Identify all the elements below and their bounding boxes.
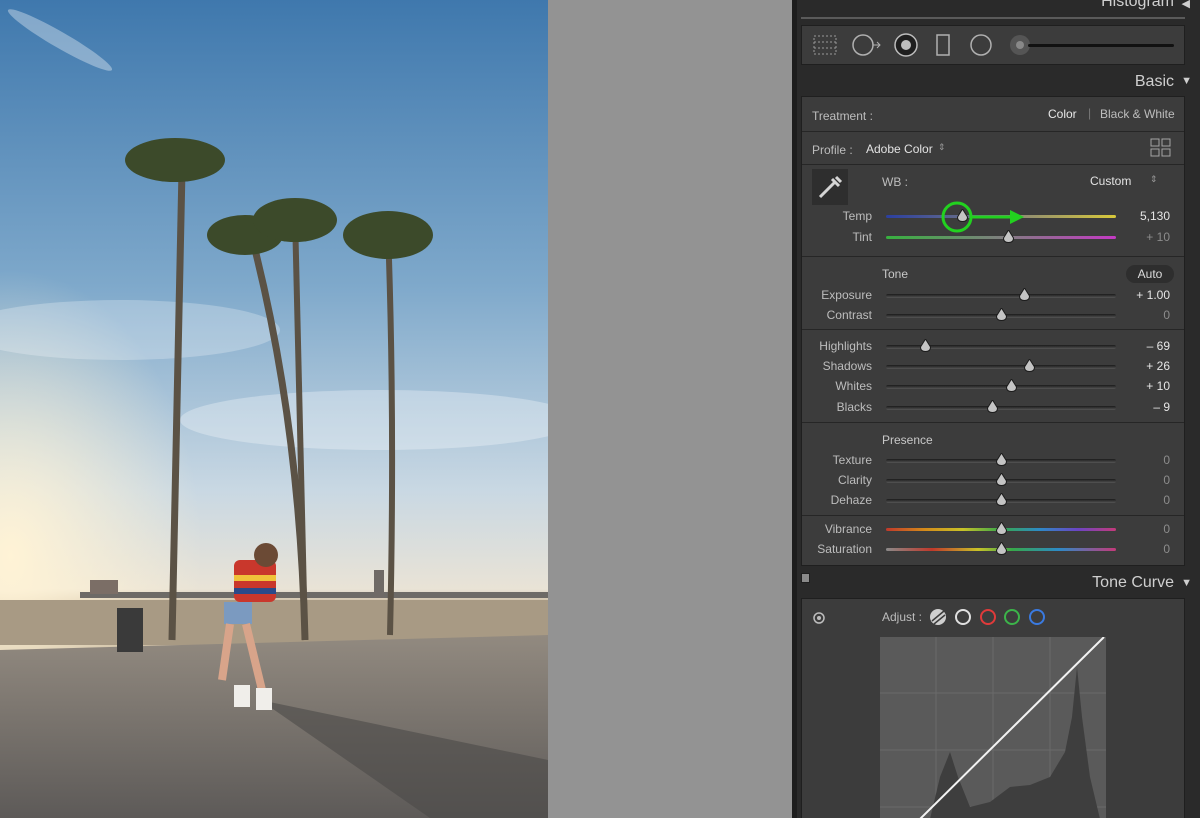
presence-label: Presence	[882, 433, 933, 447]
divider	[802, 164, 1184, 165]
treatment-bw-option[interactable]: Black & White	[1100, 107, 1175, 121]
histogram-title: Histogram	[1101, 0, 1174, 10]
photo-preview	[0, 0, 548, 818]
histogram-bottom-rule	[801, 17, 1185, 19]
vibrance-slider-thumb[interactable]	[996, 522, 1007, 535]
tint-label: Tint	[852, 230, 872, 244]
shadows-label: Shadows	[822, 359, 872, 373]
temp-label: Temp	[842, 209, 872, 223]
treatment-color-option[interactable]: Color	[1048, 107, 1077, 121]
basic-section: Treatment : Color | Black & White Profil…	[801, 96, 1185, 566]
blue-channel-icon[interactable]	[1027, 607, 1047, 627]
profile-select[interactable]: Adobe Color	[866, 142, 933, 156]
treatment-label: Treatment :	[812, 109, 873, 123]
texture-value[interactable]: 0	[1110, 453, 1170, 467]
clarity-slider-thumb[interactable]	[996, 473, 1007, 486]
tone-curve-header[interactable]: Tone Curve	[797, 569, 1200, 597]
highlights-value[interactable]: – 69	[1110, 339, 1170, 353]
graduated-filter-icon[interactable]	[934, 33, 952, 57]
brush-size-slider[interactable]	[1028, 44, 1174, 47]
whites-slider-track[interactable]	[886, 385, 1116, 389]
contrast-slider-thumb[interactable]	[996, 308, 1007, 321]
basic-section-header[interactable]: Basic	[797, 68, 1200, 96]
clarity-label: Clarity	[837, 473, 872, 487]
temp-value[interactable]: 5,130	[1110, 209, 1170, 223]
whites-label: Whites	[835, 379, 872, 393]
shadows-value[interactable]: + 26	[1110, 359, 1170, 373]
divider	[802, 329, 1184, 330]
contrast-label: Contrast	[826, 308, 872, 322]
develop-right-panel: Histogram ◀ Basic ▼ Treatment: Color | …	[797, 0, 1200, 818]
dehaze-value[interactable]: 0	[1110, 493, 1170, 507]
dehaze-label: Dehaze	[830, 493, 872, 507]
crop-overlay-icon[interactable]	[812, 34, 838, 56]
red-channel-icon[interactable]	[978, 607, 998, 627]
basic-title: Basic	[1134, 73, 1174, 90]
saturation-slider-thumb[interactable]	[996, 542, 1007, 555]
dehaze-slider-thumb[interactable]	[996, 493, 1007, 506]
collapse-down-triangle-icon[interactable]: ▼	[1181, 75, 1192, 87]
collapse-left-triangle-icon[interactable]: ◀	[1182, 0, 1190, 10]
radial-filter-icon[interactable]	[968, 32, 994, 58]
tone-curve-graph[interactable]	[880, 637, 1106, 818]
targeted-adjustment-icon[interactable]	[812, 611, 826, 625]
saturation-value[interactable]: 0	[1110, 542, 1170, 556]
auto-tone-button[interactable]: Auto	[1126, 265, 1174, 283]
highlights-label: Highlights	[819, 339, 872, 353]
vibrance-value[interactable]: 0	[1110, 522, 1170, 536]
clarity-value[interactable]: 0	[1110, 473, 1170, 487]
divider	[802, 422, 1184, 423]
divider	[802, 131, 1184, 132]
wb-label: WB :	[882, 175, 908, 189]
tint-slider-track[interactable]	[886, 236, 1116, 239]
contrast-value[interactable]: 0	[1110, 308, 1170, 322]
exposure-label: Exposure	[821, 288, 872, 302]
profile-label: Profile :	[812, 143, 853, 157]
whites-value[interactable]: + 10	[1110, 379, 1170, 393]
divider	[802, 515, 1184, 516]
profile-chevron-icon[interactable]: ⇕	[938, 142, 946, 153]
blacks-slider-thumb[interactable]	[986, 400, 998, 413]
beach-photo-image	[0, 0, 548, 818]
spot-removal-icon[interactable]	[850, 32, 884, 58]
shadows-slider-track[interactable]	[886, 365, 1116, 369]
tone-curve-section: Adjust :	[801, 598, 1185, 818]
parametric-icon[interactable]	[928, 607, 950, 627]
exposure-value[interactable]: + 1.00	[1110, 288, 1170, 302]
wb-select[interactable]: Custom	[1090, 174, 1131, 188]
blacks-value[interactable]: – 9	[1110, 400, 1170, 414]
vibrance-label: Vibrance	[824, 522, 872, 536]
texture-label: Texture	[832, 453, 872, 467]
exposure-slider-track[interactable]	[886, 294, 1116, 298]
tone-label: Tone	[882, 267, 909, 281]
highlights-slider-thumb[interactable]	[920, 339, 932, 352]
annotation-arrow	[941, 201, 1024, 233]
treatment-separator: |	[1088, 106, 1092, 120]
wb-chevron-icon[interactable]: ⇕	[1150, 174, 1158, 185]
red-eye-icon[interactable]	[893, 32, 919, 58]
green-channel-icon[interactable]	[1002, 607, 1022, 627]
tone-curve-title: Tone Curve	[1092, 574, 1174, 591]
exposure-slider-thumb[interactable]	[1019, 288, 1030, 301]
rgb-channel-icon[interactable]	[953, 607, 973, 627]
wb-eyedropper-icon[interactable]	[812, 169, 848, 205]
tool-strip	[801, 25, 1185, 65]
blacks-label: Blacks	[836, 400, 872, 414]
collapse-down-triangle-icon[interactable]: ▼	[1181, 577, 1192, 589]
divider	[802, 256, 1184, 257]
whites-slider-thumb[interactable]	[1006, 379, 1018, 392]
adjust-label: Adjust :	[882, 610, 923, 624]
canvas-background	[548, 0, 792, 818]
blacks-slider-track[interactable]	[886, 406, 1116, 410]
texture-slider-thumb[interactable]	[996, 453, 1007, 466]
histogram-header[interactable]: Histogram	[797, 0, 1200, 16]
profile-browser-grid-icon[interactable]	[1150, 138, 1172, 158]
saturation-label: Saturation	[817, 542, 872, 556]
tint-value[interactable]: + 10	[1110, 230, 1170, 244]
shadows-slider-thumb[interactable]	[1023, 359, 1035, 372]
